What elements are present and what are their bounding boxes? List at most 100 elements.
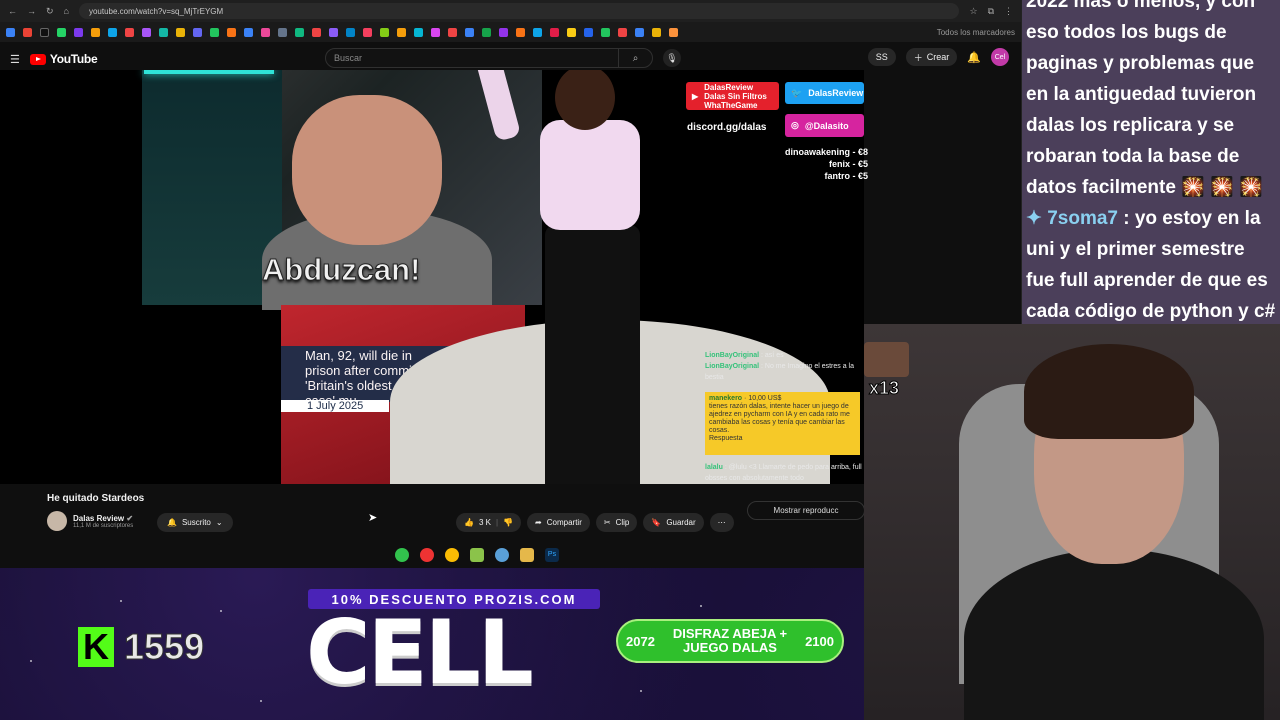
bookmark-icon[interactable] (227, 27, 236, 37)
account-avatar[interactable]: Cel (991, 48, 1009, 66)
app-icon[interactable] (495, 548, 509, 562)
share-icon: ➦ (535, 518, 542, 527)
bookmark-icon[interactable] (414, 27, 423, 37)
bookmark-icon[interactable] (482, 27, 491, 37)
youtube-icon: ▶ (692, 91, 699, 101)
bookmark-icon[interactable] (397, 27, 406, 37)
bell-icon: 🔔 (167, 518, 177, 527)
superchat-reply: Respuesta (709, 435, 743, 442)
bookmark-icon[interactable] (108, 27, 117, 37)
video-title: He quitado Stardeos (47, 493, 145, 504)
channel-info[interactable]: Dalas Review ✔ 11,1 M de suscriptores (47, 511, 133, 531)
bookmark-icon[interactable] (635, 27, 644, 37)
share-button[interactable]: ➦ Compartir (527, 513, 590, 532)
address-bar[interactable]: youtube.com/watch?v=sq_MjTrEYGM (78, 3, 960, 19)
bookmark-icon[interactable] (380, 27, 389, 37)
channel-avatar[interactable] (47, 511, 67, 531)
meme-caption: Abduzcan! (261, 252, 421, 288)
bookmark-icon[interactable] (584, 27, 593, 37)
save-label: Guardar (666, 518, 696, 527)
bookmark-icon[interactable] (125, 27, 134, 37)
bookmark-icon[interactable] (57, 27, 66, 37)
bookmark-icon[interactable] (601, 27, 610, 37)
bookmark-icon[interactable] (295, 27, 304, 37)
bookmark-icon[interactable] (91, 27, 100, 37)
superchat-card: manekero · 10,00 US$ tienes razón dalas,… (705, 392, 860, 455)
more-actions-button[interactable]: ⋯ (709, 513, 734, 532)
bookmark-icon[interactable] (669, 27, 678, 37)
goal-target: 2100 (805, 633, 834, 649)
star-icon[interactable]: ☆ (969, 6, 977, 17)
search-icon[interactable]: ⌕ (618, 48, 652, 68)
subscriber-count: 11,1 M de suscriptores (73, 522, 134, 529)
bookmark-icon[interactable] (176, 27, 185, 37)
bookmark-icon[interactable] (431, 27, 440, 37)
extensions-icon[interactable]: ⧉ (988, 6, 994, 17)
back-icon[interactable]: ← (8, 6, 17, 16)
bookmark-icon[interactable] (278, 27, 287, 37)
app-icon[interactable] (395, 548, 409, 562)
search-input[interactable]: Buscar ⌕ (325, 48, 653, 68)
bookmark-icon[interactable] (363, 27, 372, 37)
clip-button[interactable]: ✂ Clip (595, 513, 638, 532)
bookmark-icon[interactable] (23, 27, 32, 37)
bookmark-icon[interactable] (210, 27, 219, 37)
shelf (142, 70, 282, 305)
bookmark-icon[interactable] (329, 27, 338, 37)
verified-icon: ✔ (126, 513, 134, 523)
bookmark-icon[interactable] (6, 27, 15, 37)
chat-text: : así es (761, 352, 784, 359)
instagram-social-badge: ◎ @Dalasito (785, 114, 864, 137)
thumbs-down-icon[interactable]: 👎 (503, 518, 513, 527)
save-button[interactable]: 🔖 Guardar (643, 513, 704, 532)
youtube-play-icon (29, 53, 46, 65)
bookmark-icon[interactable] (652, 27, 661, 37)
bookmark-icon[interactable] (312, 27, 321, 37)
show-replay-button[interactable]: Mostrar reproducc (747, 501, 865, 520)
photoshop-icon[interactable]: Ps (545, 548, 559, 562)
microphone-icon[interactable]: 🎙 (663, 49, 681, 67)
channel-name[interactable]: Dalas Review (73, 514, 124, 523)
like-button[interactable]: 👍 3 K | 👎 (456, 513, 522, 532)
share-label: Compartir (546, 518, 582, 527)
app-icon[interactable] (470, 548, 484, 562)
hamburger-icon[interactable]: ☰ (10, 53, 20, 66)
bookmark-icon[interactable] (244, 27, 253, 37)
bookmark-icon[interactable] (74, 27, 83, 37)
cell-logo-text: CELL (306, 601, 534, 704)
bookmark-icon[interactable] (448, 27, 457, 37)
youtube-logo[interactable]: YouTube (29, 52, 98, 66)
bookmark-icon[interactable] (618, 27, 627, 37)
bell-icon[interactable]: 🔔 (967, 51, 981, 64)
kick-logo-icon: K (78, 627, 114, 667)
bookmark-icon[interactable] (193, 27, 202, 37)
folder-icon[interactable] (520, 548, 534, 562)
create-button[interactable]: ＋ Crear (905, 48, 958, 66)
bookmark-icon[interactable] (346, 27, 355, 37)
app-icon[interactable] (420, 548, 434, 562)
bookmark-icon[interactable] (550, 27, 559, 37)
forward-icon[interactable]: → (27, 6, 36, 16)
subscribed-button[interactable]: 🔔 Suscrito ⌄ (157, 513, 233, 532)
bookmark-icon[interactable] (533, 27, 542, 37)
bookmark-icon[interactable] (142, 27, 151, 37)
more-icon: ⋯ (717, 518, 726, 527)
bookmark-icon[interactable] (499, 27, 508, 37)
ss-chip[interactable]: SS (867, 48, 896, 66)
chat-line: LionBayOriginal : No me Imagino el estre… (705, 361, 863, 383)
discord-link: discord.gg/dalas (687, 122, 767, 133)
menu-icon[interactable]: ⋮ (1004, 6, 1013, 17)
chrome-icon[interactable] (445, 548, 459, 562)
subscribed-label: Suscrito (181, 518, 211, 527)
video-chat-overlay-2: lalalu : @lulu <3 Llamarte de pedo para … (705, 462, 863, 484)
reload-icon[interactable]: ↻ (46, 6, 54, 17)
bookmark-icon[interactable] (40, 27, 49, 37)
bookmark-icon[interactable] (159, 27, 168, 37)
home-icon[interactable]: ⌂ (64, 6, 69, 16)
bookmark-icon[interactable] (465, 27, 474, 37)
bookmark-icon[interactable] (567, 27, 576, 37)
bookmark-icon[interactable] (516, 27, 525, 37)
clip-label: Clip (615, 518, 630, 527)
bookmark-icon[interactable] (261, 27, 270, 37)
all-bookmarks[interactable]: Todos los marcadores (937, 28, 1015, 37)
